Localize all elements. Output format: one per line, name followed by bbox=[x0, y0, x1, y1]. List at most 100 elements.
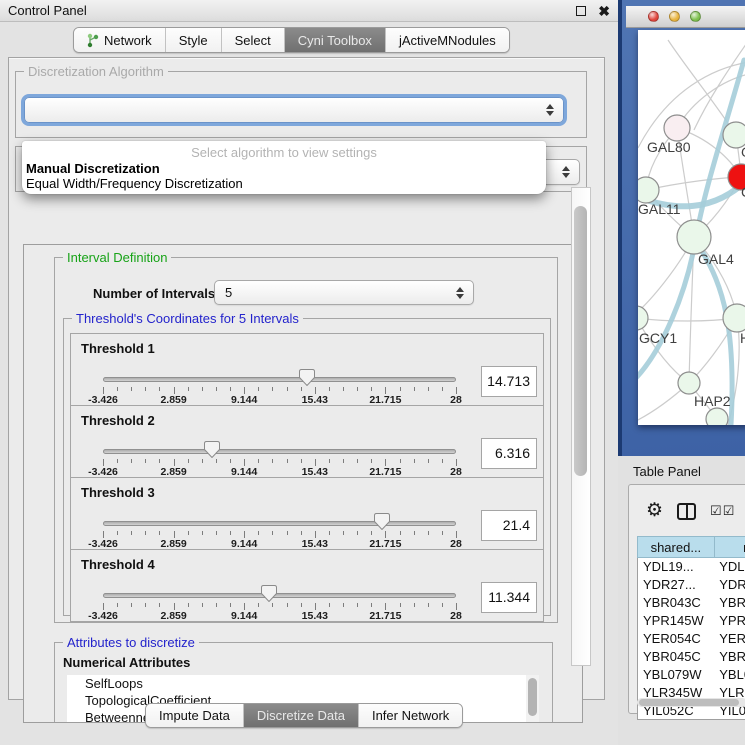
network-node-label[interactable]: GAL11 bbox=[638, 201, 681, 217]
tab-discretize-data[interactable]: Discretize Data bbox=[244, 704, 359, 727]
node-attribute-table: shared...naYDL19...YDL1YDR27...YDR2YBR04… bbox=[637, 536, 745, 720]
table-row[interactable]: YDR27...YDR2 bbox=[638, 576, 745, 594]
network-graph[interactable]: GAL80 G C GAL11 GAL4 GCY1 H HAP2 bbox=[638, 30, 745, 425]
slider-track[interactable] bbox=[103, 449, 456, 454]
table-cell[interactable]: YER0 bbox=[714, 630, 745, 648]
tab-infer-network[interactable]: Infer Network bbox=[359, 704, 462, 727]
threshold-value-field[interactable]: 6.316 bbox=[481, 438, 537, 469]
slider-tick bbox=[159, 531, 160, 535]
algorithm-prompt-option[interactable]: Select algorithm to view settings bbox=[22, 145, 546, 160]
network-node[interactable] bbox=[723, 304, 745, 332]
network-node-label[interactable]: C bbox=[741, 184, 745, 200]
slider-thumb[interactable] bbox=[261, 585, 277, 602]
table-cell[interactable]: YDR27... bbox=[638, 576, 715, 594]
network-node-label[interactable]: H bbox=[740, 330, 745, 346]
table-cell[interactable]: YBL079W bbox=[638, 666, 715, 684]
slider-tick bbox=[414, 459, 415, 463]
slider-tick bbox=[385, 603, 386, 610]
network-node-label[interactable]: GCY1 bbox=[639, 330, 677, 346]
slider-track[interactable] bbox=[103, 377, 456, 382]
slider-tick bbox=[287, 531, 288, 535]
zoom-traffic-light[interactable] bbox=[690, 11, 701, 22]
slider-tick bbox=[456, 531, 457, 538]
interval-definition-group-title: Interval Definition bbox=[63, 250, 171, 265]
table-cell[interactable]: YBR043C bbox=[638, 594, 715, 612]
network-node[interactable] bbox=[678, 372, 700, 394]
table-cell[interactable]: YPR1 bbox=[714, 612, 745, 630]
table-horizontal-scrollbar[interactable] bbox=[637, 698, 745, 707]
slider-tick bbox=[188, 459, 189, 463]
split-columns-icon[interactable] bbox=[677, 503, 696, 520]
table-row[interactable]: YBR043CYBR0 bbox=[638, 594, 745, 612]
slider-thumb[interactable] bbox=[204, 441, 220, 458]
slider-tick bbox=[371, 603, 372, 607]
network-node-label[interactable]: HAP2 bbox=[694, 393, 731, 409]
tab-jactivemnodules[interactable]: jActiveMNodules bbox=[386, 28, 509, 52]
slider-tick bbox=[103, 603, 104, 610]
network-node[interactable] bbox=[706, 408, 728, 425]
algorithm-option-equal-width[interactable]: Equal Width/Frequency Discretization bbox=[26, 176, 243, 191]
slider-tick bbox=[174, 387, 175, 394]
slider-track[interactable] bbox=[103, 521, 456, 526]
threshold-value-field[interactable]: 14.713 bbox=[481, 366, 537, 397]
slider-tick bbox=[343, 603, 344, 607]
algorithm-option-manual[interactable]: Manual Discretization bbox=[26, 161, 160, 176]
checkbox-icons[interactable]: ☑☑ bbox=[710, 503, 735, 519]
tab-impute-data[interactable]: Impute Data bbox=[146, 704, 244, 727]
table-cell[interactable]: YBR045C bbox=[638, 648, 715, 666]
table-cell[interactable]: YBL0 bbox=[714, 666, 745, 684]
gear-icon[interactable]: ⚙ bbox=[646, 501, 663, 521]
tab-network[interactable]: Network bbox=[74, 28, 166, 52]
close-icon[interactable]: ✖ bbox=[598, 6, 610, 16]
tab-select[interactable]: Select bbox=[222, 28, 285, 52]
tab-label: jActiveMNodules bbox=[399, 33, 496, 48]
table-row[interactable]: YPR145WYPR1 bbox=[638, 612, 745, 630]
float-window-icon[interactable] bbox=[576, 6, 586, 16]
table-row[interactable]: YDL19...YDL1 bbox=[638, 558, 745, 576]
attribute-list-item[interactable]: SelfLoops bbox=[67, 675, 526, 692]
slider-tick bbox=[371, 459, 372, 463]
network-node[interactable] bbox=[664, 115, 690, 141]
table-cell[interactable]: YDL19... bbox=[638, 558, 715, 576]
minimize-traffic-light[interactable] bbox=[669, 11, 680, 22]
network-node[interactable] bbox=[638, 177, 659, 203]
number-of-intervals-combobox[interactable]: 5 bbox=[214, 280, 474, 305]
scrollbar-thumb[interactable] bbox=[528, 678, 537, 716]
algorithm-combobox[interactable] bbox=[24, 97, 564, 123]
attributes-list-scrollbar[interactable] bbox=[526, 675, 539, 723]
slider-tick bbox=[357, 531, 358, 535]
table-cell[interactable]: YBR0 bbox=[714, 648, 745, 666]
network-node-label[interactable]: GAL4 bbox=[698, 251, 734, 267]
table-cell[interactable]: YBR0 bbox=[714, 594, 745, 612]
network-node[interactable] bbox=[638, 306, 648, 330]
threshold-value-field[interactable]: 11.344 bbox=[481, 582, 537, 613]
table-column-header[interactable]: shared... bbox=[638, 537, 715, 558]
table-cell[interactable]: YDL1 bbox=[714, 558, 745, 576]
slider-tick bbox=[216, 531, 217, 535]
table-row[interactable]: YBR045CYBR0 bbox=[638, 648, 745, 666]
slider-tick-label: 21.715 bbox=[369, 610, 401, 622]
table-column-header[interactable]: na bbox=[714, 537, 745, 558]
scrollbar-thumb[interactable] bbox=[574, 206, 587, 476]
slider-thumb[interactable] bbox=[374, 513, 390, 530]
table-cell[interactable]: YER054C bbox=[638, 630, 715, 648]
network-node-label[interactable]: GAL80 bbox=[647, 139, 691, 155]
network-node-label[interactable]: G bbox=[741, 144, 745, 160]
settings-vertical-scrollbar[interactable] bbox=[571, 187, 591, 666]
table-row[interactable]: YBL079WYBL0 bbox=[638, 666, 745, 684]
slider-thumb[interactable] bbox=[299, 369, 315, 386]
network-node[interactable] bbox=[677, 220, 711, 254]
tab-style[interactable]: Style bbox=[166, 28, 222, 52]
slider-tick bbox=[188, 603, 189, 607]
table-cell[interactable]: YPR145W bbox=[638, 612, 715, 630]
number-of-intervals-value: 5 bbox=[225, 285, 232, 300]
scrollbar-thumb[interactable] bbox=[639, 699, 739, 706]
network-canvas[interactable]: GAL80 G C GAL11 GAL4 GCY1 H HAP2 bbox=[638, 30, 745, 425]
table-row[interactable]: YER054CYER0 bbox=[638, 630, 745, 648]
close-traffic-light[interactable] bbox=[648, 11, 659, 22]
slider-track[interactable] bbox=[103, 593, 456, 598]
threshold-value-field[interactable]: 21.4 bbox=[481, 510, 537, 541]
table-cell[interactable]: YDR2 bbox=[714, 576, 745, 594]
slider-tick bbox=[400, 387, 401, 391]
tab-cyni-toolbox[interactable]: Cyni Toolbox bbox=[285, 28, 386, 52]
